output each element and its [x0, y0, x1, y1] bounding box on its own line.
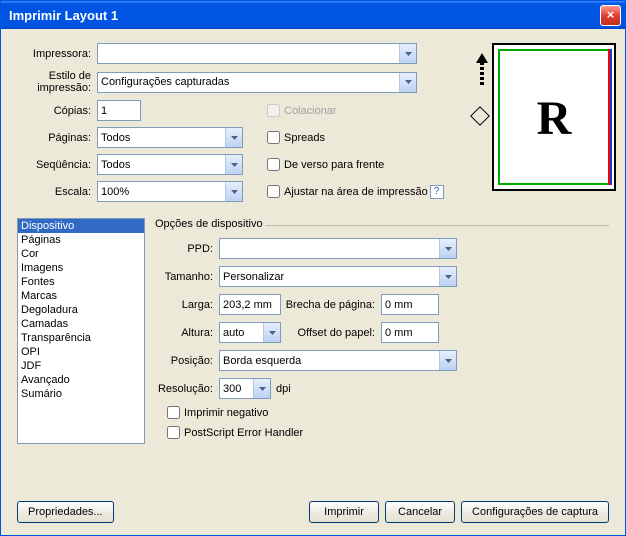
arrow-up-icon	[474, 53, 490, 92]
print-negative-checkbox-input[interactable]	[167, 406, 180, 419]
ppd-label: PPD:	[155, 243, 219, 255]
fit-print-area-checkbox[interactable]: Ajustar na área de impressão	[267, 185, 428, 198]
pages-select[interactable]	[97, 127, 243, 148]
sequence-label: Seqüência:	[17, 159, 97, 171]
help-icon[interactable]: ?	[430, 185, 444, 199]
device-options-panel: Opções de dispositivo PPD: Tamanho:	[155, 218, 609, 446]
list-item[interactable]: Transparência	[18, 331, 144, 345]
spreads-label: Spreads	[284, 132, 325, 144]
resolution-select[interactable]	[219, 378, 271, 399]
list-item[interactable]: OPI	[18, 345, 144, 359]
ppd-select[interactable]	[219, 238, 457, 259]
list-item[interactable]: Imagens	[18, 261, 144, 275]
print-style-label: Estilo de impressão:	[17, 70, 97, 94]
printer-label: Impressora:	[17, 48, 97, 60]
list-item[interactable]: Marcas	[18, 289, 144, 303]
bottom-bar: Propriedades... Imprimir Cancelar Config…	[17, 501, 609, 523]
list-item[interactable]: Camadas	[18, 317, 144, 331]
paper-offset-label: Offset do papel:	[281, 327, 381, 339]
back-to-front-checkbox-input[interactable]	[267, 158, 280, 171]
paper-size-select[interactable]	[219, 266, 457, 287]
close-button[interactable]: ×	[600, 5, 621, 26]
fit-print-area-checkbox-input[interactable]	[267, 185, 280, 198]
copies-input[interactable]	[97, 100, 141, 121]
rotation-icon	[470, 106, 490, 126]
list-item[interactable]: JDF	[18, 359, 144, 373]
resolution-unit: dpi	[271, 383, 291, 395]
category-listbox[interactable]: Dispositivo Páginas Cor Imagens Fontes M…	[17, 218, 145, 444]
print-negative-checkbox[interactable]: Imprimir negativo	[167, 406, 268, 419]
printer-select[interactable]	[97, 43, 417, 64]
print-style-select[interactable]	[97, 72, 417, 93]
ps-error-label: PostScript Error Handler	[184, 427, 303, 439]
preview-letter: R	[494, 91, 614, 146]
width-input[interactable]	[219, 294, 281, 315]
panel-title: Opções de dispositivo	[155, 218, 609, 230]
width-label: Larga:	[155, 299, 219, 311]
paper-offset-input[interactable]	[381, 322, 439, 343]
back-to-front-checkbox[interactable]: De verso para frente	[267, 158, 384, 171]
close-icon: ×	[607, 7, 615, 22]
fit-print-area-label: Ajustar na área de impressão	[284, 186, 428, 198]
spreads-checkbox[interactable]: Spreads	[267, 131, 325, 144]
height-label: Altura:	[155, 327, 219, 339]
print-dialog: Imprimir Layout 1 × Impressora: Estilo d…	[0, 0, 626, 536]
copies-label: Cópias:	[17, 105, 97, 117]
titlebar: Imprimir Layout 1 ×	[1, 1, 625, 29]
list-item[interactable]: Avançado	[18, 373, 144, 387]
print-negative-label: Imprimir negativo	[184, 407, 268, 419]
ps-error-checkbox-input[interactable]	[167, 426, 180, 439]
scale-select[interactable]	[97, 181, 243, 202]
pages-label: Páginas:	[17, 132, 97, 144]
list-item[interactable]: Sumário	[18, 387, 144, 401]
window-title: Imprimir Layout 1	[9, 8, 600, 23]
page-gap-label: Brecha de página:	[281, 299, 381, 311]
height-select[interactable]	[219, 322, 281, 343]
spreads-checkbox-input[interactable]	[267, 131, 280, 144]
collate-checkbox: Colacionar	[267, 104, 337, 117]
collate-checkbox-input	[267, 104, 280, 117]
list-item[interactable]: Páginas	[18, 233, 144, 247]
preview-page: R	[492, 43, 616, 191]
dialog-body: Impressora: Estilo de impressão: Cópias:	[1, 29, 625, 535]
size-label: Tamanho:	[155, 271, 219, 283]
position-select[interactable]	[219, 350, 457, 371]
page-preview: R	[474, 43, 609, 208]
sequence-select[interactable]	[97, 154, 243, 175]
scale-label: Escala:	[17, 186, 97, 198]
position-label: Posição:	[155, 355, 219, 367]
list-item[interactable]: Fontes	[18, 275, 144, 289]
list-item[interactable]: Degoladura	[18, 303, 144, 317]
collate-label: Colacionar	[284, 105, 337, 117]
ps-error-checkbox[interactable]: PostScript Error Handler	[167, 426, 303, 439]
properties-button[interactable]: Propriedades...	[17, 501, 114, 523]
capture-settings-button[interactable]: Configurações de captura	[461, 501, 609, 523]
cancel-button[interactable]: Cancelar	[385, 501, 455, 523]
list-item[interactable]: Cor	[18, 247, 144, 261]
print-button[interactable]: Imprimir	[309, 501, 379, 523]
back-to-front-label: De verso para frente	[284, 159, 384, 171]
page-gap-input[interactable]	[381, 294, 439, 315]
resolution-label: Resolução:	[155, 383, 219, 395]
list-item[interactable]: Dispositivo	[18, 219, 144, 233]
